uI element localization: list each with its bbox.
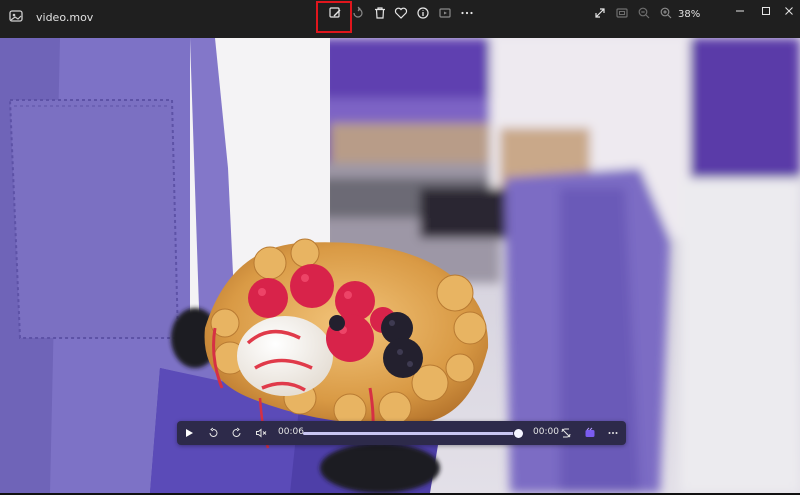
player-more-button[interactable] [605,425,621,441]
favorite-button[interactable] [390,5,412,23]
maximize-button[interactable] [755,2,777,18]
window-title: video.mov [36,11,94,24]
info-button[interactable] [412,5,434,23]
seek-bar[interactable] [303,429,523,438]
zoom-in-icon [659,5,673,24]
mute-button[interactable] [253,425,269,441]
current-time: 00:06 [278,427,304,437]
maximize-icon [761,1,771,20]
fit-icon [615,5,629,24]
seek-bar-thumb[interactable] [514,429,523,438]
minimize-icon [735,1,745,20]
minimize-button[interactable] [729,2,751,18]
zoom-level: 38% [678,9,701,20]
fit-button[interactable] [611,5,633,23]
zoom-out-button[interactable] [633,5,655,23]
close-icon [784,1,794,20]
zoom-in-button[interactable] [655,5,677,23]
clipchamp-icon [584,424,596,443]
play-icon [183,424,195,443]
info-icon [416,5,430,24]
fullscreen-icon [593,5,607,24]
title-bar: video.mov 38% [0,0,800,38]
seek-bar-fill [303,432,519,435]
photos-app-icon [8,8,24,24]
slideshow-icon [438,5,452,24]
play-button[interactable] [181,425,197,441]
rotate-button[interactable] [347,5,369,23]
delete-icon [373,5,387,24]
volume-muted-icon [255,424,267,443]
rotate-icon [351,5,365,24]
open-in-editor-button[interactable] [582,425,598,441]
more-icon [607,424,619,443]
fullscreen-button[interactable] [589,5,611,23]
skip-forward-30-icon [231,424,243,443]
repeat-button[interactable] [558,425,574,441]
more-button[interactable] [456,5,478,23]
zoom-out-icon [637,5,651,24]
skip-back-button[interactable] [205,425,221,441]
delete-button[interactable] [369,5,391,23]
more-icon [460,5,474,24]
end-time: 00:00 [533,427,559,437]
close-button[interactable] [778,2,800,18]
favorite-icon [394,5,408,24]
repeat-off-icon [560,424,572,443]
skip-forward-button[interactable] [229,425,245,441]
slideshow-button[interactable] [434,5,456,23]
skip-back-10-icon [207,424,219,443]
